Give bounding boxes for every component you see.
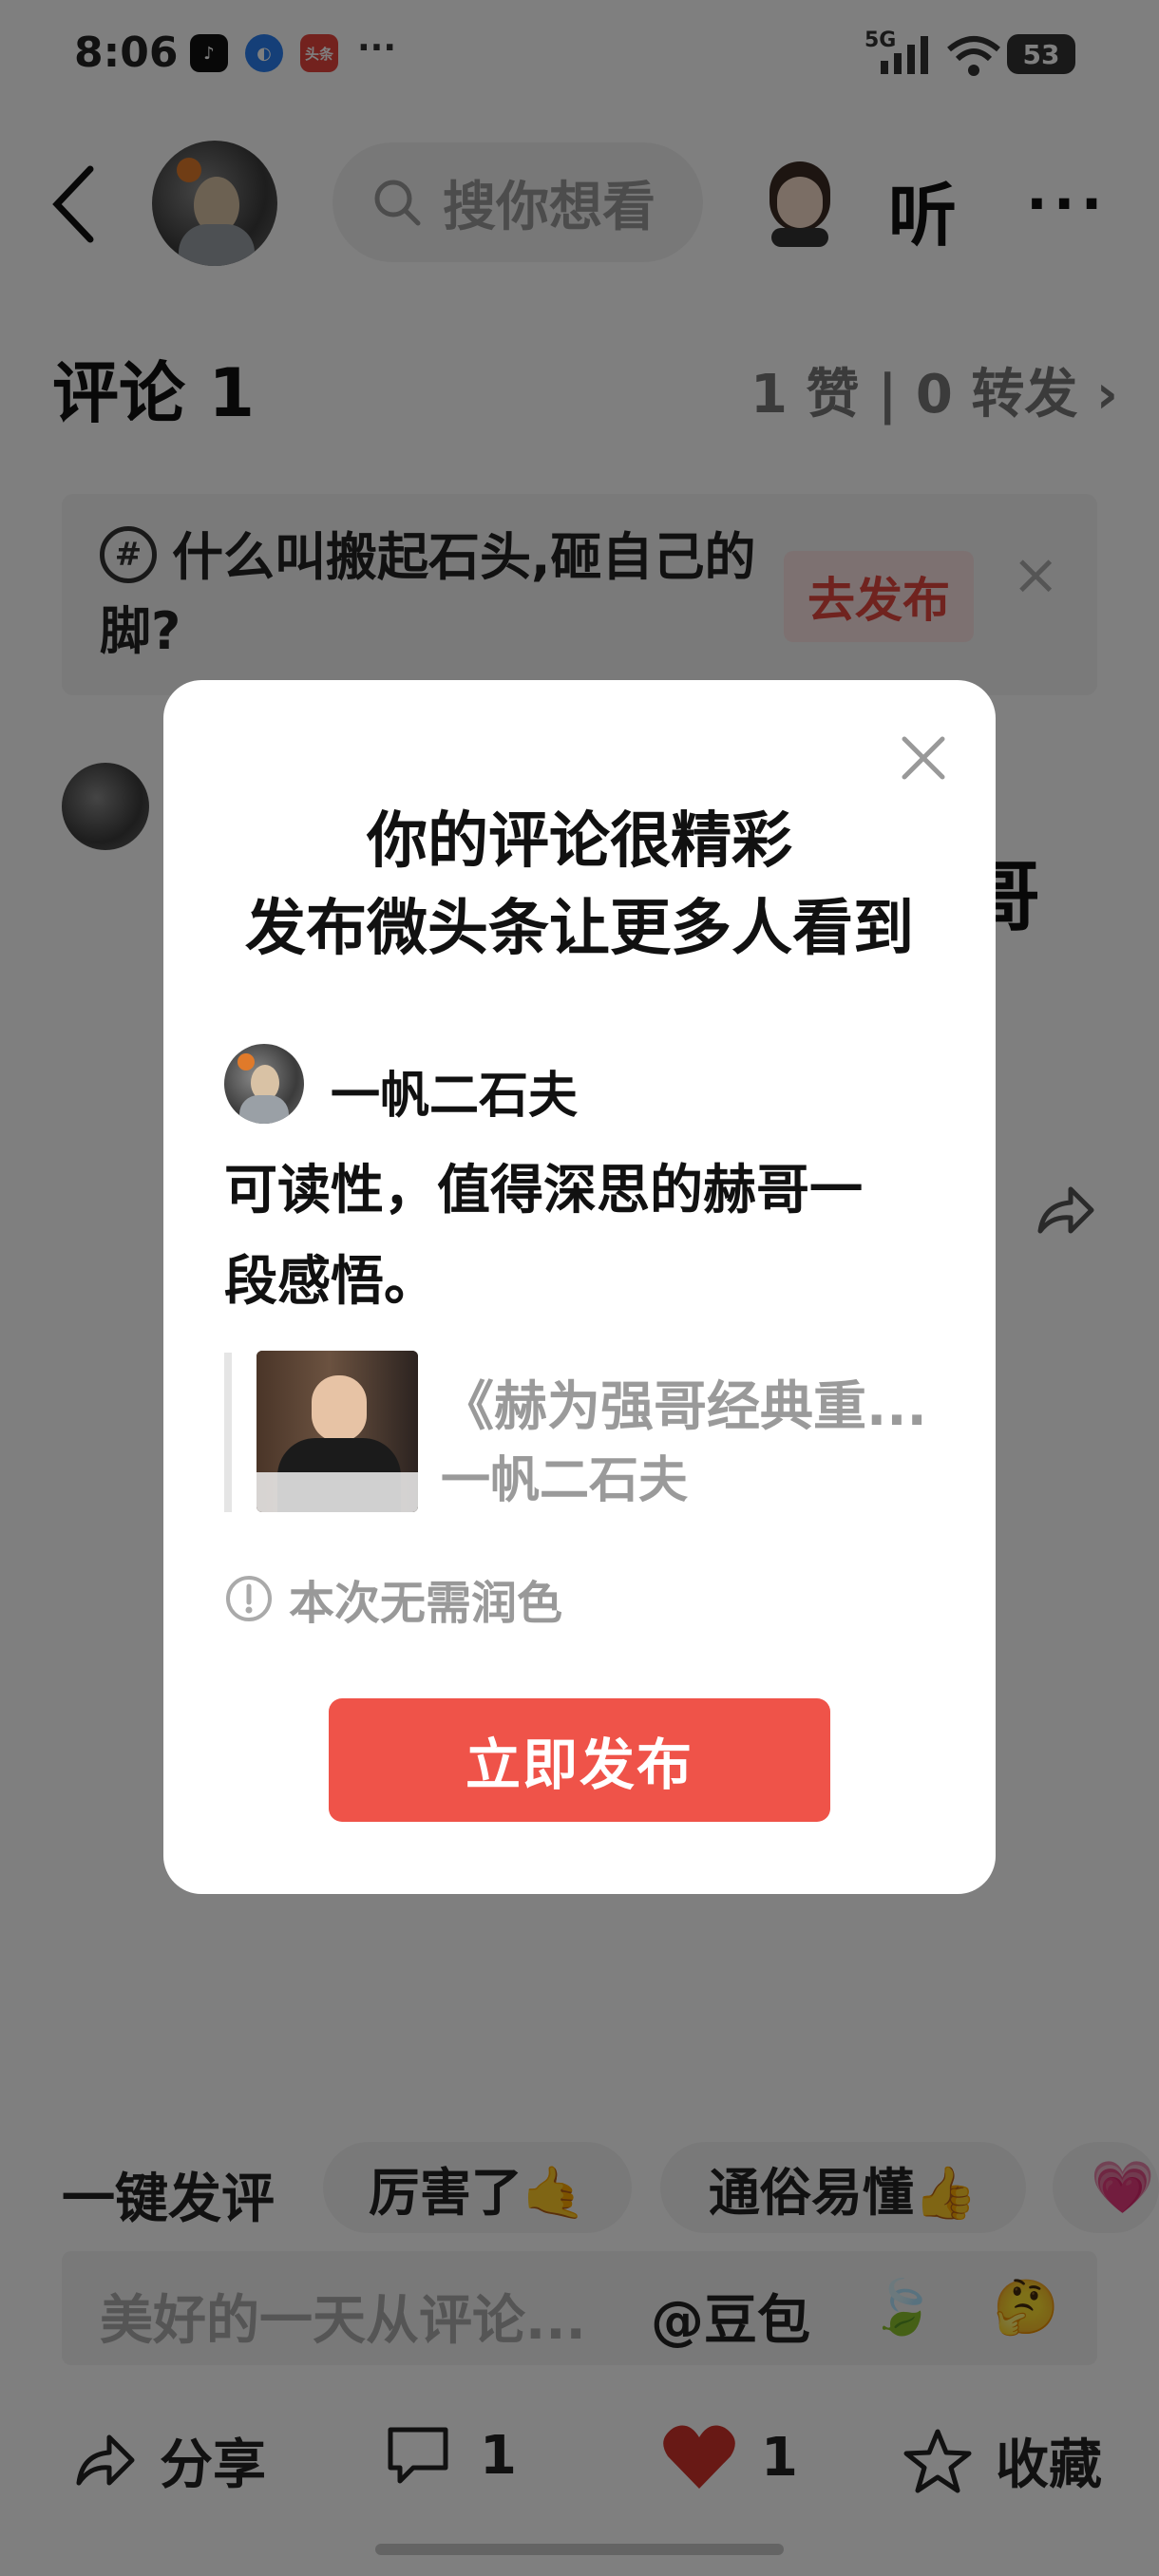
modal-title-line2: 发布微头条让更多人看到 bbox=[245, 894, 914, 964]
article-title[interactable]: 《赫为强哥经典重... bbox=[441, 1364, 927, 1441]
modal-title-line1: 你的评论很精彩 bbox=[367, 806, 792, 877]
publish-modal: 你的评论很精彩 发布微头条让更多人看到 一帆二石夫 可读性，值得深思的赫哥一 段… bbox=[163, 680, 996, 1894]
info-icon bbox=[226, 1576, 272, 1621]
author-avatar-small bbox=[224, 1044, 304, 1124]
article-thumbnail bbox=[256, 1351, 418, 1512]
comment-body-line1: 可读性，值得深思的赫哥一 bbox=[224, 1160, 863, 1222]
comment-body: 可读性，值得深思的赫哥一 段感悟。 bbox=[224, 1146, 927, 1328]
publish-now-button[interactable]: 立即发布 bbox=[329, 1698, 830, 1822]
author-name: 一帆二石夫 bbox=[331, 1068, 579, 1125]
comment-body-line2: 段感悟。 bbox=[224, 1251, 437, 1313]
polish-note: 本次无需润色 bbox=[224, 1565, 562, 1632]
polish-note-text: 本次无需润色 bbox=[289, 1577, 563, 1630]
quote-bar bbox=[224, 1353, 232, 1512]
close-icon[interactable] bbox=[895, 729, 952, 786]
article-author: 一帆二石夫 bbox=[441, 1452, 689, 1509]
